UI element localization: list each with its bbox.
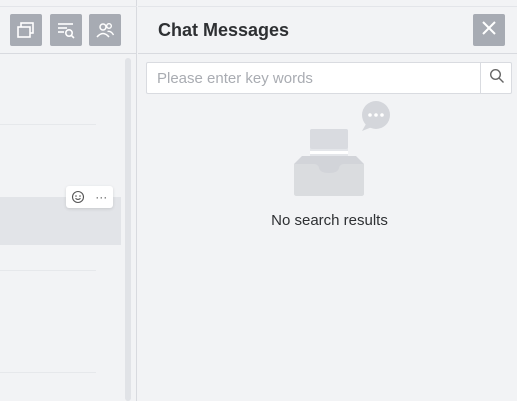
members-icon — [95, 20, 115, 40]
filter-search-button[interactable] — [50, 14, 82, 46]
message-divider — [0, 372, 96, 373]
chat-toolbar — [0, 14, 137, 46]
chat-scrollbar[interactable] — [125, 58, 131, 401]
empty-inbox-icon — [292, 101, 392, 201]
top-divider — [138, 6, 517, 7]
members-button[interactable] — [89, 14, 121, 46]
top-divider — [0, 6, 137, 7]
panel-title: Chat Messages — [158, 20, 290, 40]
message-action-bar: ··· — [66, 186, 113, 208]
search-box — [146, 62, 512, 94]
search-icon — [489, 68, 505, 89]
filter-search-icon — [56, 20, 76, 40]
close-icon — [480, 19, 498, 42]
toolbar-divider — [0, 53, 137, 54]
message-divider — [0, 124, 96, 125]
close-panel-button[interactable] — [473, 14, 505, 46]
chat-history-pane: ··· — [0, 0, 137, 401]
more-actions-button[interactable]: ··· — [92, 188, 110, 206]
search-button[interactable] — [481, 63, 512, 93]
window-icon — [16, 20, 36, 40]
header-divider — [138, 53, 517, 54]
app-root: ··· Chat Messages Please enter key words… — [0, 0, 517, 401]
chat-messages-panel: Chat Messages Please enter key words No … — [138, 0, 517, 401]
smile-icon[interactable] — [69, 188, 87, 206]
message-divider — [0, 270, 96, 271]
search-input[interactable] — [147, 63, 480, 93]
empty-state-message: No search results — [271, 212, 388, 229]
window-button[interactable] — [10, 14, 42, 46]
